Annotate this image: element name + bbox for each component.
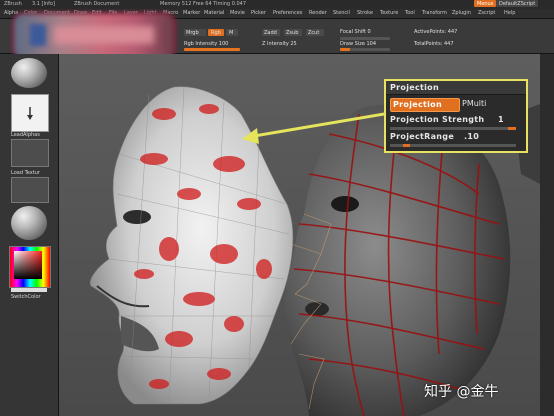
menu-tool[interactable]: Tool [405,9,415,18]
zadd-toggle[interactable]: Zadd [262,29,280,36]
texture-preview[interactable] [11,177,49,203]
menus-button[interactable]: Menus [474,0,497,7]
menu-stroke[interactable]: Stroke [357,9,373,18]
pmulti-toggle[interactable]: PMulti [462,99,486,108]
total-points: TotalPoints: 447 [414,41,454,47]
menu-texture[interactable]: Texture [380,9,398,18]
z-intensity-label: Z Intensity 25 [262,41,297,47]
app-name: ZBrush [4,1,22,7]
m-toggle[interactable]: M [226,29,238,36]
projection-strength-fill [508,127,516,130]
menu-stencil[interactable]: Stencil [333,9,350,18]
project-range-value: .10 [464,132,480,141]
projection-panel-title: Projection [390,83,439,92]
arrow-down-icon [27,107,33,120]
draw-size-slider[interactable] [340,48,390,51]
secondary-color-swatch[interactable] [11,288,47,292]
alpha-preview[interactable] [11,139,49,167]
menu-preferences[interactable]: Preferences [273,9,302,18]
menu-render[interactable]: Render [309,9,327,18]
rgb-intensity-fill [184,48,240,51]
project-range-slider[interactable] [390,144,516,147]
switch-color-label: SwitchColor [11,294,41,300]
menu-help[interactable]: Help [504,9,515,18]
stroke-preview[interactable] [11,94,49,132]
active-points: ActivePoints: 447 [414,29,458,35]
rgb-intensity-label: Rgb Intensity 100 [184,41,229,47]
rgb-toggle[interactable]: Rgb [208,29,224,36]
left-tool-panel: LeadAlphas Load Textur SwitchColor [0,54,59,416]
material-preview[interactable] [11,206,47,240]
mrgb-toggle[interactable]: Mrgb [184,29,206,36]
draw-size-fill [340,48,351,51]
projection-strength-slider[interactable] [390,127,516,130]
default-zscript-button[interactable]: DefaultZScript [496,0,539,7]
memory-stats: Memory 512 Free 64 Timing 0.047 [160,1,247,7]
menu-zplugin[interactable]: Zplugin [452,9,471,18]
app-version: 3.1 [Info] [32,1,55,7]
color-picker-square[interactable] [14,251,42,279]
projection-panel-header: Projection [386,81,526,95]
projection-panel: Projection Projection PMulti Projection … [384,79,528,153]
menu-marker[interactable]: Marker [183,9,200,18]
load-texture-label: Load Textur [11,170,40,176]
draw-size-label: Draw Size 104 [340,41,377,47]
projection-strength-value: 1 [498,115,504,124]
menu-movie[interactable]: Movie [230,9,245,18]
menu-picker[interactable]: Picker [251,9,266,18]
menu-transform[interactable]: Transform [422,9,447,18]
project-range-fill [402,144,411,147]
watermark: 知乎 @金牛 [424,384,499,400]
projection-button[interactable]: Projection [390,98,460,112]
right-scroll-strip[interactable] [540,54,554,416]
color-picker[interactable] [9,246,51,288]
projection-strength-label: Projection Strength [390,115,485,124]
load-alpha-label: LeadAlphas [11,132,40,138]
menu-material[interactable]: Material [204,9,224,18]
zcut-toggle[interactable]: Zcut [306,29,324,36]
focal-shift-label: Focal Shift 0 [340,29,371,35]
document-name: ZBrush Document [74,1,120,7]
project-range-label: ProjectRange [390,132,455,141]
zbrush-window: ZBrush 3.1 [Info] ZBrush Document Memory… [0,0,554,416]
menu-zscript[interactable]: Zscript [478,9,495,18]
rgb-intensity-slider[interactable] [184,48,240,51]
focal-shift-slider[interactable] [340,37,390,40]
blurred-user-avatar [14,14,174,58]
zsub-toggle[interactable]: Zsub [284,29,302,36]
brush-preview[interactable] [11,58,47,88]
